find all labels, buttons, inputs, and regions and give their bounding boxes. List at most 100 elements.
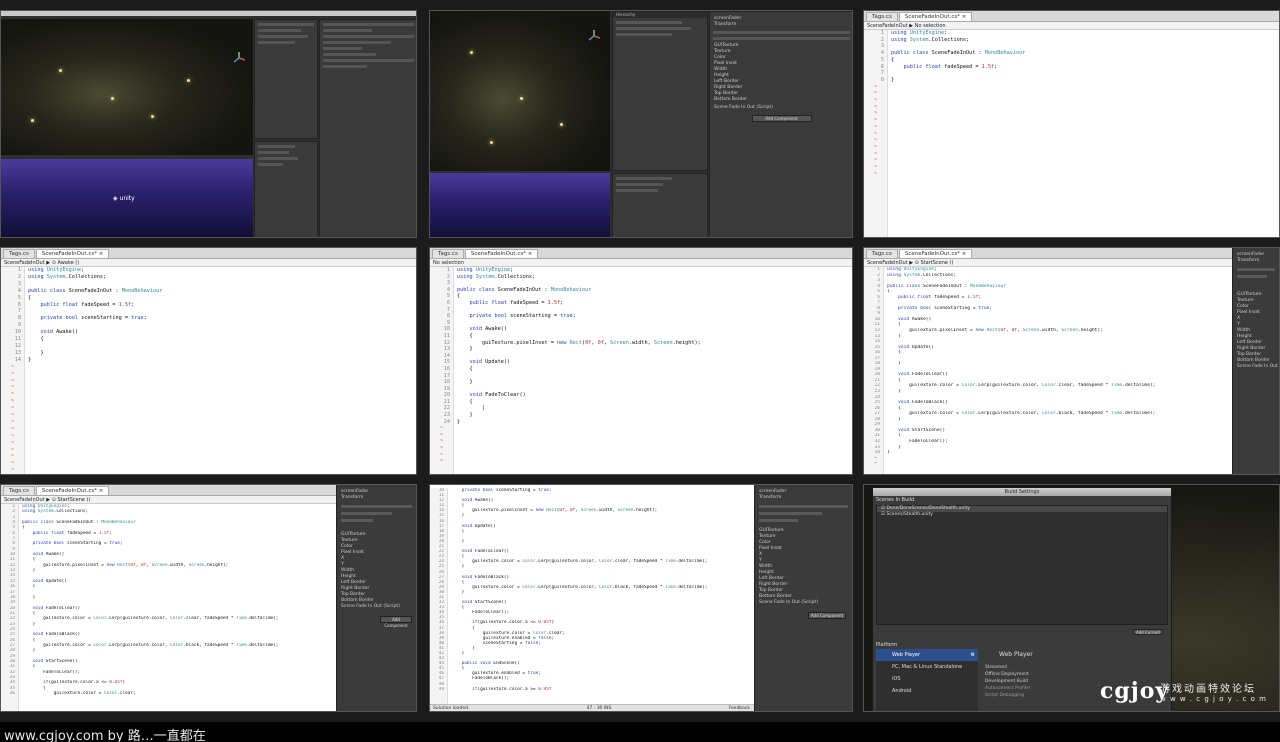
breadcrumb[interactable]: SceneFadeInOut ▶ ⊙ StartScene () <box>1 496 336 504</box>
code-line[interactable]: } <box>28 357 416 364</box>
code-line[interactable]: public float fadeSpeed = 1.5f; <box>457 300 852 307</box>
code-content[interactable]: using UnityEngine; using System.Collectio… <box>25 267 416 474</box>
code-line[interactable]: void Awake() <box>457 326 852 333</box>
close-icon[interactable]: × <box>962 14 967 20</box>
breadcrumb[interactable]: No selection <box>430 259 852 267</box>
scene-row[interactable]: ☑ Scenes/Stealth.unity <box>877 512 1167 518</box>
code-content[interactable]: using UnityEngine; using System.Collectio… <box>454 267 852 474</box>
code-content[interactable]: using UnityEngine; using System.Collectio… <box>884 267 1232 474</box>
tab-tags[interactable]: Tags.cs <box>866 249 898 258</box>
code-editor[interactable]: Tags.cs SceneFadeInOut.cs* × No selectio… <box>430 248 852 474</box>
code-line[interactable]: using UnityEngine; <box>457 267 852 274</box>
add-component-button[interactable]: Add Component <box>751 115 812 122</box>
code-line[interactable] <box>891 70 1279 77</box>
code-line[interactable]: void Update() <box>457 359 852 366</box>
inspector-panel[interactable]: screenFader Transform GUITexture Texture… <box>336 485 416 711</box>
code-line[interactable] <box>457 320 852 327</box>
code-line[interactable]: using UnityEngine; <box>28 267 416 274</box>
hierarchy-panel[interactable]: Hierarchy <box>612 11 708 171</box>
code-line[interactable]: | <box>457 405 852 412</box>
code-line[interactable]: using System.Collections; <box>891 37 1279 44</box>
code-line[interactable]: { <box>457 399 852 406</box>
close-icon[interactable]: × <box>99 488 104 494</box>
code-line[interactable]: guiTexture.pixelInset = new Rect(0f, 0f,… <box>457 340 852 347</box>
code-line[interactable]: { <box>891 57 1279 64</box>
code-line[interactable] <box>457 373 852 380</box>
code-line[interactable]: using System.Collections; <box>28 274 416 281</box>
tab-scene-fade[interactable]: SceneFadeInOut.cs* × <box>898 249 973 258</box>
code-line[interactable]: using UnityEngine; <box>891 30 1279 37</box>
code-line[interactable]: guiTexture.color = Color.clear; <box>22 691 336 696</box>
code-content[interactable]: using UnityEngine; using System.Collectio… <box>19 504 336 711</box>
code-line[interactable] <box>457 386 852 393</box>
code-line[interactable] <box>28 308 416 315</box>
code-editor[interactable]: 10 11 12 13 14 15 16 17 18 19 20 21 22 23 24 25 26 27 28 29… <box>430 485 754 711</box>
code-line[interactable] <box>891 43 1279 50</box>
code-line[interactable]: public class SceneFadeInOut : MonoBehavi… <box>457 287 852 294</box>
code-line[interactable]: } <box>457 379 852 386</box>
code-content[interactable]: using UnityEngine; using System.Collectio… <box>888 30 1279 237</box>
game-view[interactable] <box>430 173 610 237</box>
code-line[interactable] <box>28 281 416 288</box>
code-line[interactable] <box>457 307 852 314</box>
close-icon[interactable]: × <box>99 251 104 257</box>
tab-tags[interactable]: Tags.cs <box>432 249 464 258</box>
code-editor[interactable]: Tags.cs SceneFadeInOut.cs* × SceneFadeIn… <box>1 248 416 474</box>
add-current-button[interactable]: Add Current <box>1133 629 1163 635</box>
code-content[interactable]: private bool sceneStarting = true; void … <box>448 488 754 704</box>
game-view[interactable]: ◈ unity <box>1 159 253 237</box>
scene-gizmo-icon[interactable] <box>588 27 601 41</box>
feedback-button[interactable]: Feedback <box>729 705 750 711</box>
project-panel[interactable] <box>612 173 708 237</box>
code-line[interactable] <box>28 322 416 329</box>
code-line[interactable]: void Awake() <box>28 329 416 336</box>
code-line[interactable]: if(guiTexture.color.a >= 0.95f <box>451 687 754 692</box>
code-line[interactable]: } <box>457 412 852 419</box>
inspector-panel[interactable]: screenFader Transform GUITexture Texture… <box>754 485 852 711</box>
code-line[interactable] <box>28 343 416 350</box>
option-offline[interactable]: Offline Deployment <box>985 671 1165 678</box>
add-component-button[interactable]: Add Component <box>380 616 412 628</box>
project-panel[interactable] <box>254 141 318 237</box>
code-line[interactable]: } <box>891 77 1279 84</box>
hierarchy-panel[interactable] <box>254 19 318 139</box>
code-line[interactable]: } <box>28 350 416 357</box>
code-line[interactable]: { <box>457 293 852 300</box>
code-line[interactable]: private bool sceneStarting = true; <box>457 313 852 320</box>
code-line[interactable]: public class SceneFadeInOut : MonoBehavi… <box>891 50 1279 57</box>
code-line[interactable]: public float fadeSpeed = 1.5f; <box>28 302 416 309</box>
code-line[interactable] <box>457 280 852 287</box>
platform-standalone[interactable]: PC, Mac & Linux Standalone <box>876 661 978 673</box>
tab-tags[interactable]: Tags.cs <box>3 486 35 495</box>
tab-scene-fade[interactable]: SceneFadeInOut.cs* × <box>464 249 539 258</box>
inspector-panel[interactable] <box>319 19 416 237</box>
code-line[interactable]: } <box>457 419 852 426</box>
code-line[interactable]: } <box>457 346 852 353</box>
close-icon[interactable]: × <box>962 251 967 257</box>
close-icon[interactable]: × <box>528 251 533 257</box>
option-streamed[interactable]: Streamed <box>985 664 1165 671</box>
code-line[interactable]: public float fadeSpeed = 1.5f; <box>891 64 1279 71</box>
platform-list[interactable]: Web Player ⚙ PC, Mac & Linux Standalone i… <box>876 649 978 711</box>
scene-view[interactable] <box>430 11 610 171</box>
add-component-button[interactable]: Add Component <box>808 612 846 619</box>
code-editor[interactable]: Tags.cs SceneFadeInOut.cs* × SceneFadeIn… <box>864 11 1279 237</box>
code-line[interactable]: { <box>457 333 852 340</box>
code-line[interactable] <box>457 353 852 360</box>
platform-ios[interactable]: iOS <box>876 673 978 685</box>
tab-scene-fade[interactable]: SceneFadeInOut.cs* × <box>898 12 973 21</box>
platform-web-player[interactable]: Web Player ⚙ <box>876 649 978 661</box>
scene-gizmo-icon[interactable] <box>233 49 246 63</box>
tab-tags[interactable]: Tags.cs <box>866 12 898 21</box>
code-line[interactable]: void FadeToClear() <box>457 392 852 399</box>
code-line[interactable]: { <box>457 366 852 373</box>
scenes-list[interactable]: ☑ Done/DoneScenes/DoneStealth.unity ☑ Sc… <box>876 505 1168 625</box>
code-line[interactable]: private bool sceneStarting = true; <box>28 315 416 322</box>
tab-tags[interactable]: Tags.cs <box>3 249 35 258</box>
inspector-panel[interactable]: screenFader Transform GUITexture Texture… <box>1232 248 1279 474</box>
code-line[interactable]: using System.Collections; <box>457 274 852 281</box>
code-line[interactable]: public class SceneFadeInOut : MonoBehavi… <box>28 288 416 295</box>
code-line[interactable]: { <box>28 336 416 343</box>
code-line[interactable]: { <box>28 295 416 302</box>
breadcrumb[interactable]: SceneFadeInOut ▶ ⊙ Awake () <box>1 259 416 267</box>
